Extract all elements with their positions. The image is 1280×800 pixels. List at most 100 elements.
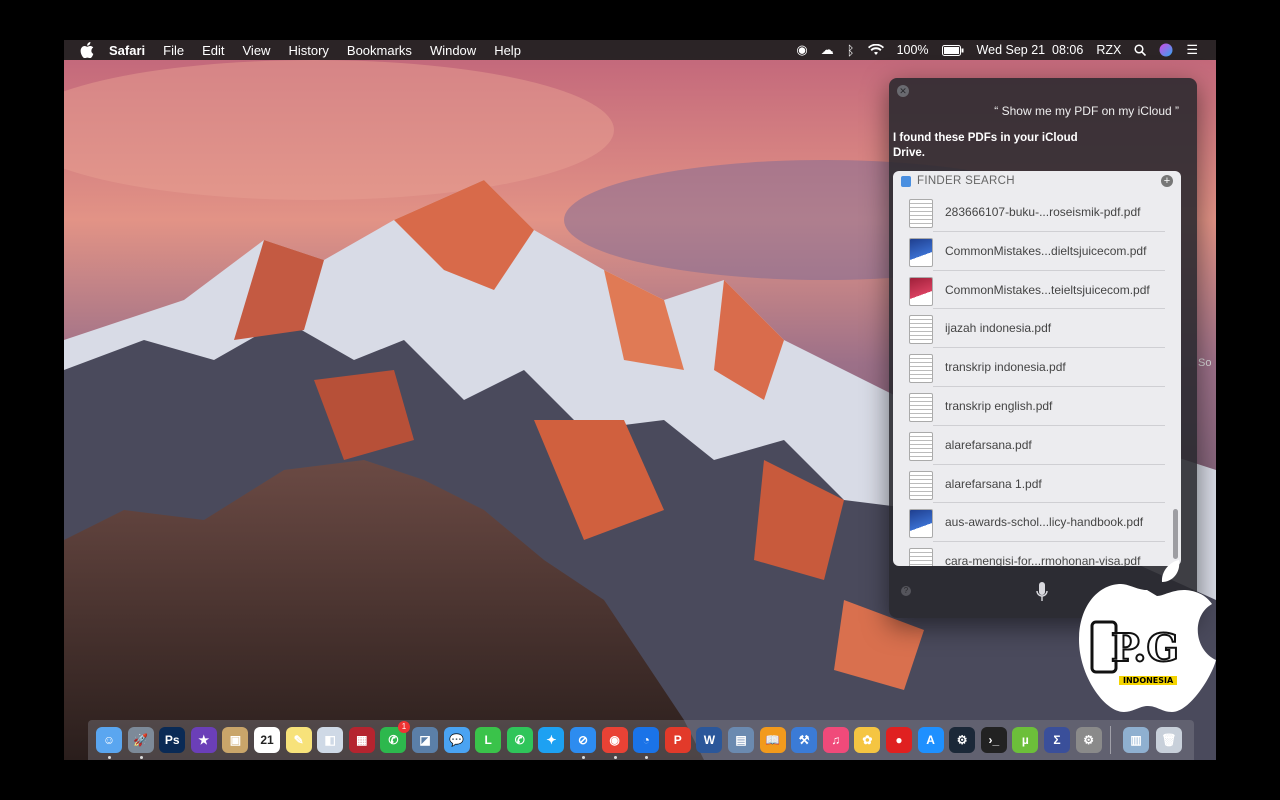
dock-whatsapp-icon[interactable]: ✆ (506, 727, 533, 753)
dock-preview-icon[interactable]: ◧ (317, 727, 344, 753)
clock[interactable]: Wed Sep 21 08:06 (977, 43, 1084, 57)
dock-utorrent-icon[interactable]: µ (1012, 727, 1039, 753)
dock-line-icon[interactable]: L (475, 727, 502, 753)
side-text: So (1198, 357, 1212, 369)
watermark-text: P.G (1110, 624, 1180, 671)
dock-steam-icon[interactable]: ⚙ (949, 727, 976, 753)
dock-image-capture-icon[interactable]: ◪ (412, 727, 438, 753)
pdf-doc-icon (909, 315, 933, 345)
file-name: alarefarsana.pdf (945, 437, 1032, 452)
dock-app-store-icon[interactable]: A (917, 727, 944, 753)
dock-itunes-icon[interactable]: ♫ (822, 727, 849, 753)
dock-wps-icon[interactable]: P (664, 727, 691, 753)
battery-icon[interactable] (941, 44, 964, 56)
pdf-cover-blue-icon (909, 509, 933, 539)
desktop: Safari File Edit View History Bookmarks … (64, 40, 1216, 760)
file-row[interactable]: CommonMistakes...teieltsjuicecom.pdf (893, 271, 1181, 310)
menu-window[interactable]: Window (421, 43, 485, 58)
dock-messages-icon[interactable]: 💬 (443, 727, 470, 753)
dock-calendar-icon[interactable]: 21 (254, 727, 280, 753)
pdf-cover-red-icon (909, 276, 933, 306)
card-title: FINDER SEARCH (917, 175, 1015, 187)
dock-twitter-icon[interactable]: ✦ (538, 727, 565, 753)
dock-contacts-icon[interactable]: ▣ (222, 727, 249, 753)
pdf-doc-icon (909, 392, 933, 422)
menu-view[interactable]: View (234, 43, 280, 58)
pdf-doc-icon (909, 431, 933, 461)
file-row[interactable]: ijazah indonesia.pdf (893, 309, 1181, 349)
file-list: 283666107-buku-...roseismik-pdf.pdf Commo… (893, 193, 1181, 566)
cloud-icon[interactable]: ☁ (821, 42, 834, 58)
status-area: ◉ ☁ ᛒ 100% Wed Sep 21 08:06 RZX ☰ (796, 40, 1198, 60)
menu-bar: Safari File Edit View History Bookmarks … (64, 40, 1216, 60)
dock-xcode-icon[interactable]: ⚒ (791, 727, 818, 753)
file-name: CommonMistakes...dieltsjuicecom.pdf (945, 243, 1147, 258)
pdf-doc-icon (909, 354, 933, 384)
file-row[interactable]: CommonMistakes...dieltsjuicecom.pdf (893, 232, 1181, 271)
dock-trash-icon[interactable]: 🗑 (1156, 727, 1182, 753)
apple-menu-icon[interactable] (80, 42, 94, 58)
dock-chrome-icon[interactable]: ◉ (601, 727, 628, 753)
file-row[interactable]: transkrip english.pdf (893, 387, 1181, 426)
spotlight-search-icon[interactable] (1134, 44, 1147, 56)
dock-edge-icon[interactable]: ◔ (633, 727, 660, 753)
file-name: transkrip indonesia.pdf (945, 360, 1066, 375)
add-icon[interactable]: + (1161, 175, 1173, 187)
running-indicator (108, 756, 111, 759)
dock-launchpad-icon[interactable]: 🚀 (127, 727, 154, 753)
dock-notes-icon[interactable]: ✎ (285, 727, 312, 753)
file-name: 283666107-buku-...roseismik-pdf.pdf (945, 205, 1141, 219)
menu-file[interactable]: File (154, 43, 193, 58)
file-name: ijazah indonesia.pdf (945, 321, 1052, 336)
watermark-tag: INDONESIA (1119, 676, 1178, 685)
file-name: transkrip english.pdf (945, 398, 1053, 413)
dock-music-player-icon[interactable]: ● (886, 727, 912, 753)
app-menu[interactable]: Safari (100, 43, 154, 58)
siri-icon[interactable] (1159, 43, 1173, 57)
menu-help[interactable]: Help (485, 43, 530, 58)
dock-terminal-icon[interactable]: ›_ (980, 727, 1007, 753)
dock: ☺ 🚀 Ps ★ ▣ 21 ✎ ◧ ▦ ✆ ◪ 💬 L ✆ ✦ ⊘ ◉ ◔ P W ▤ 📖 ⚒ ♫ ✿ ● A ⚙ ›_ µ Σ ⚙ ▥ 🗑 1 (88, 720, 1194, 760)
bluetooth-icon[interactable]: ᛒ (847, 43, 855, 58)
notification-center-icon[interactable]: ☰ (1186, 42, 1198, 58)
pdf-doc-icon (909, 470, 933, 500)
siri-panel: ✕ “ Show me my PDF on my iCloud ” I foun… (889, 78, 1197, 618)
running-indicator (139, 756, 143, 759)
dock-photoshop-icon[interactable]: Ps (159, 727, 186, 753)
dock-system-preferences-icon[interactable]: ⚙ (1075, 727, 1102, 753)
file-row[interactable]: 283666107-buku-...roseismik-pdf.pdf (893, 193, 1181, 232)
file-row[interactable]: transkrip indonesia.pdf (893, 348, 1181, 387)
file-row[interactable]: alarefarsana.pdf (893, 426, 1181, 465)
pdf-cover-blue-icon (909, 237, 933, 267)
wifi-icon[interactable] (867, 44, 884, 56)
dock-downloads-icon[interactable]: ▥ (1123, 727, 1149, 753)
dock-finder-icon[interactable]: ☺ (96, 727, 122, 753)
menu-edit[interactable]: Edit (193, 43, 233, 58)
file-row[interactable]: aus-awards-schol...licy-handbook.pdf (893, 503, 1181, 543)
record-icon[interactable]: ◉ (796, 42, 807, 58)
dock-photos-library-icon[interactable]: ▤ (728, 727, 754, 753)
dock-photos-icon[interactable]: ✿ (854, 727, 881, 753)
close-icon[interactable]: ✕ (897, 85, 909, 97)
dock-imovie-icon[interactable]: ★ (190, 727, 217, 753)
card-header: FINDER SEARCH (893, 171, 1181, 191)
dock-word-icon[interactable]: W (696, 727, 723, 753)
running-indicator (582, 756, 585, 759)
finder-icon (901, 175, 911, 187)
pdf-doc-icon (909, 199, 933, 228)
menu-bookmarks[interactable]: Bookmarks (338, 43, 421, 58)
menu-history[interactable]: History (279, 43, 337, 58)
calendar-day: 21 (260, 733, 274, 747)
help-icon[interactable]: ? (901, 586, 911, 596)
microphone-icon[interactable] (1035, 580, 1049, 606)
dock-safari-icon[interactable]: ⊘ (570, 727, 596, 753)
file-name: alarefarsana 1.pdf (945, 476, 1042, 491)
running-indicator (613, 756, 617, 759)
file-row[interactable]: alarefarsana 1.pdf (893, 465, 1181, 504)
file-name: CommonMistakes...teieltsjuicecom.pdf (945, 282, 1150, 297)
dock-ibooks-icon[interactable]: 📖 (759, 727, 786, 753)
user-menu[interactable]: RZX (1096, 43, 1121, 57)
dock-sigma-icon[interactable]: Σ (1044, 727, 1070, 753)
dock-photo-booth-icon[interactable]: ▦ (348, 727, 375, 753)
siri-answer: I found these PDFs in your iCloud Drive. (893, 132, 1078, 159)
